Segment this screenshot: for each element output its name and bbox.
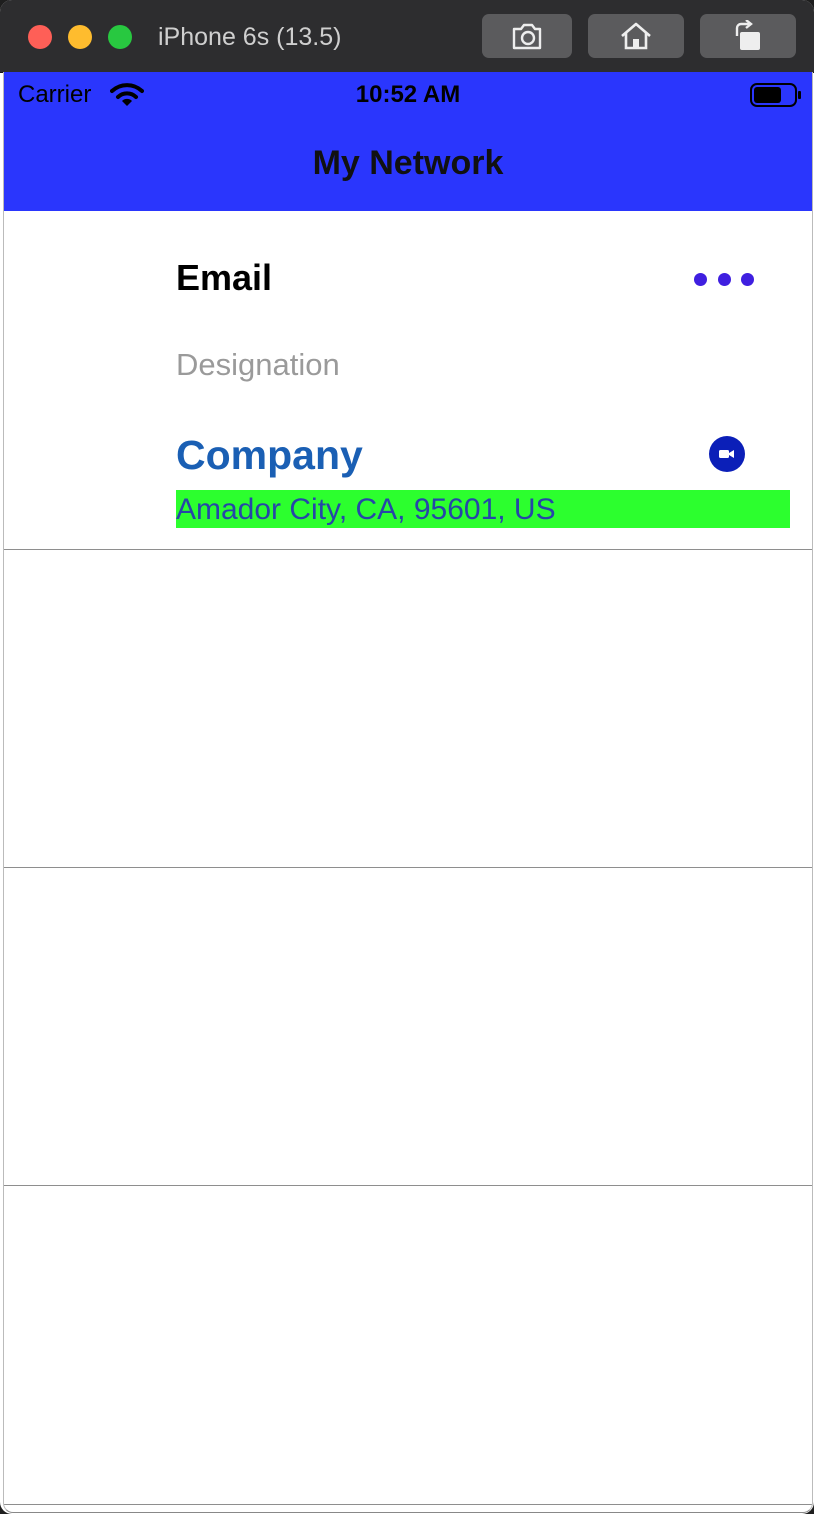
empty-table-row: [4, 1186, 812, 1505]
empty-table-row: [4, 550, 812, 868]
empty-table-row: [4, 868, 812, 1186]
contact-address: Amador City, CA, 95601, US: [176, 490, 790, 528]
contact-cell[interactable]: Email Designation Company Amador City, C…: [4, 211, 812, 550]
contact-email: Email: [176, 257, 273, 298]
window-titlebar: iPhone 6s (13.5): [0, 0, 814, 73]
contact-company: Company: [176, 432, 363, 478]
ellipsis-icon: [694, 272, 707, 286]
maximize-window-button[interactable]: [108, 25, 132, 49]
home-button[interactable]: [588, 14, 684, 58]
contact-designation: Designation: [176, 347, 340, 382]
close-window-button[interactable]: [28, 25, 52, 49]
video-call-icon: [719, 450, 734, 458]
rotate-button[interactable]: [700, 14, 796, 58]
navigation-bar: Carrier 10:52 AM My Network: [4, 72, 812, 211]
status-time: 10:52 AM: [355, 81, 461, 108]
rotate-icon: [735, 20, 760, 50]
home-icon: [621, 22, 651, 50]
battery-icon: [750, 83, 801, 107]
window-title: iPhone 6s (13.5): [158, 23, 342, 51]
video-call-button[interactable]: [709, 436, 745, 472]
screenshot-button[interactable]: [482, 14, 572, 58]
page-title: My Network: [312, 144, 504, 182]
simulator-window: iPhone 6s (13.5) Carrier 10:52 AM My Net…: [0, 0, 814, 1514]
camera-icon: [512, 23, 542, 50]
device-screen: Carrier 10:52 AM My Network Email Design…: [3, 72, 813, 1513]
more-options-button[interactable]: [694, 266, 754, 292]
minimize-window-button[interactable]: [68, 25, 92, 49]
